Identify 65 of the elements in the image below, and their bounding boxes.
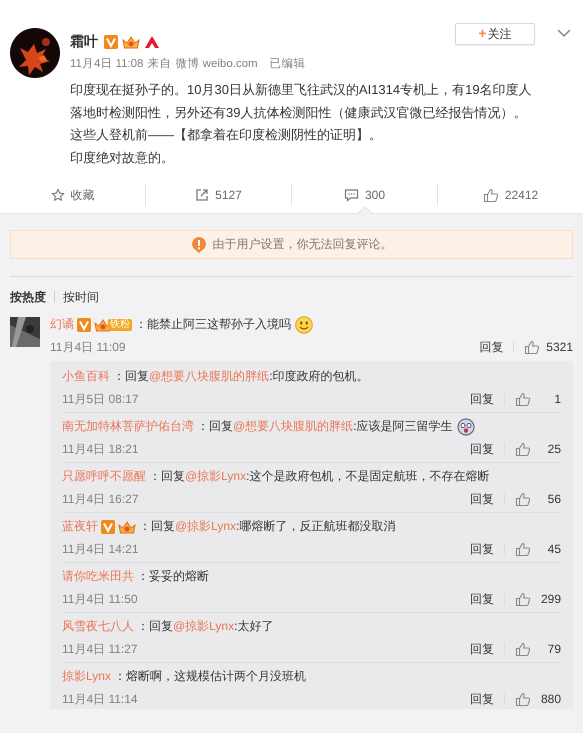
thumbs-up-icon: [515, 592, 531, 606]
chevron-down-icon: [557, 29, 571, 39]
reply-link[interactable]: 回复: [470, 490, 494, 508]
author-name[interactable]: 霜叶: [70, 33, 98, 51]
reply-text: ：熔断啊，这规模估计两个月没班机: [114, 668, 306, 685]
reply-link[interactable]: 回复: [470, 440, 494, 458]
like-count[interactable]: 880: [537, 692, 561, 706]
reply-text: ：回复@掠影Lynx:这个是政府包机，不是固定航班，不存在熔断: [149, 468, 490, 485]
reply-link[interactable]: 回复: [470, 590, 494, 608]
star-icon: [50, 188, 64, 202]
reply-text: ：回复@掠影Lynx:太好了: [137, 618, 274, 635]
like-count[interactable]: 79: [537, 642, 561, 656]
reply-link[interactable]: 回复: [470, 540, 494, 558]
comment-time: 11月4日 11:27: [62, 640, 138, 658]
source-label: 来自: [147, 56, 172, 71]
comment-time: 11月5日 08:17: [62, 390, 138, 408]
comment-time: 11月4日 16:27: [62, 490, 138, 508]
smiley-emoji-icon: [295, 316, 313, 334]
thumbs-up-icon: [515, 542, 531, 556]
action-button[interactable]: 5127: [146, 177, 291, 213]
post-text: 这些人登机前——【都拿着在印度检测阴性的证明】。: [70, 126, 383, 144]
sticker-emoji-icon: [456, 418, 475, 436]
edited-label: 已编辑: [270, 56, 306, 71]
comment-time: 11月4日 11:09: [50, 338, 126, 356]
comment-time: 11月4日 11:50: [62, 590, 138, 608]
reply-text: ：妥妥的熔断: [137, 568, 209, 585]
reply-text: ：回复@掠影Lynx:哪熔断了，反正航班都没取消: [139, 518, 396, 535]
comment-icon: [344, 188, 359, 202]
thumbs-up-icon: [515, 392, 531, 406]
thumbs-up-icon: [524, 340, 540, 354]
comment-time: 11月4日 11:14: [62, 690, 138, 708]
reply-link[interactable]: 回复: [470, 640, 494, 658]
like-count[interactable]: 45: [537, 542, 561, 556]
comment-time: 11月4日 18:21: [62, 440, 138, 458]
thumbs-up-icon: [515, 442, 531, 456]
reply-link[interactable]: 回复: [479, 338, 504, 356]
post-time[interactable]: 11月4日 11:08: [70, 56, 144, 71]
sort-tab[interactable]: 按时间: [63, 288, 99, 306]
reply-link[interactable]: 回复: [470, 390, 494, 408]
reply-link[interactable]: 回复: [470, 690, 494, 708]
comment-text: ：能禁止阿三这帮孙子入境吗: [135, 316, 291, 333]
thumbs-up-icon: [482, 188, 499, 202]
follow-button[interactable]: +关注: [455, 23, 535, 45]
notice-text: 由于用户设置，你无法回复评论。: [212, 236, 392, 253]
like-count[interactable]: 299: [537, 592, 561, 606]
like-count[interactable]: 25: [537, 442, 561, 456]
reply-text: ：回复@想要八块腹肌的胖纸:应该是阿三留学生: [197, 418, 453, 435]
share-icon: [195, 188, 210, 202]
post-text: 印度绝对故意的。: [70, 148, 175, 166]
thumbs-up-icon: [515, 642, 531, 656]
action-button[interactable]: 收藏: [0, 177, 145, 213]
post-text: 印度现在挺孙子的。10月30日从新德里飞往武汉的AI1314专机上，有19名印度人落地时检测阳性，另外还有39人抗体检测阳性（健康武汉官微已经报告情况）。: [70, 81, 533, 122]
thumbs-up-icon: [515, 692, 531, 706]
action-button[interactable]: 300: [292, 177, 437, 213]
thumbs-up-icon: [515, 492, 531, 506]
sort-tab[interactable]: 按热度: [10, 288, 46, 306]
post-source[interactable]: 微博 weibo.com: [175, 56, 258, 71]
warning-icon: [190, 236, 206, 254]
like-count[interactable]: 5321: [546, 340, 573, 354]
action-button[interactable]: 22412: [438, 177, 583, 213]
like-count[interactable]: 56: [537, 492, 561, 506]
like-count[interactable]: 1: [537, 392, 561, 406]
reply-text: ：回复@想要八块腹肌的胖纸:印度政府的包机。: [113, 368, 369, 385]
fan-badge: 铁粉: [108, 318, 132, 330]
comment-time: 11月4日 14:21: [62, 540, 138, 558]
